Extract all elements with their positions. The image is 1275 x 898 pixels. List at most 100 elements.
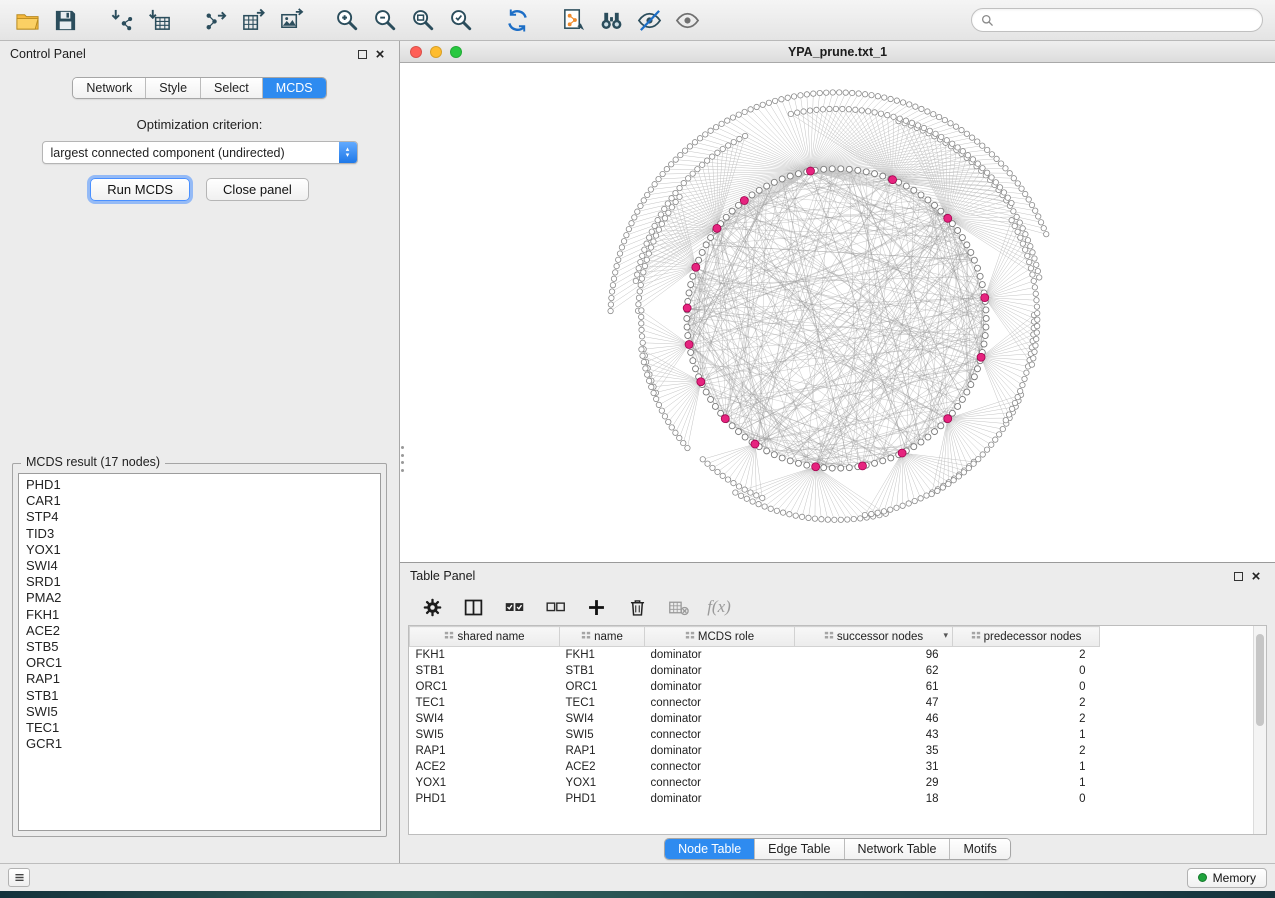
- folder-icon[interactable]: [12, 5, 42, 35]
- refresh-icon[interactable]: [502, 5, 532, 35]
- mcds-result-item[interactable]: ORC1: [19, 655, 380, 671]
- table-cell: ORC1: [560, 679, 645, 695]
- search-area: [971, 8, 1263, 32]
- search-input[interactable]: [1000, 13, 1253, 27]
- table-row[interactable]: STB1STB1dominator620: [410, 663, 1100, 679]
- table-cell: STB1: [410, 663, 560, 679]
- delete-row-icon[interactable]: [625, 595, 649, 619]
- column-header-predecessor-nodes[interactable]: predecessor nodes: [953, 627, 1100, 647]
- zoom-in-icon[interactable]: [332, 5, 362, 35]
- eye-icon[interactable]: [672, 5, 702, 35]
- dropdown-stepper-icon: ▴▾: [339, 142, 357, 163]
- table-tab-node-table[interactable]: Node Table: [665, 839, 754, 859]
- memory-button[interactable]: Memory: [1187, 868, 1267, 888]
- mcds-result-item[interactable]: SWI4: [19, 558, 380, 574]
- column-header-successor-nodes[interactable]: successor nodes▾: [795, 627, 953, 647]
- find-icon[interactable]: [596, 5, 626, 35]
- mcds-result-item[interactable]: PHD1: [19, 477, 380, 493]
- table-cell: ACE2: [410, 759, 560, 775]
- table-row[interactable]: FKH1FKH1dominator962: [410, 647, 1100, 663]
- export-image-icon[interactable]: [276, 5, 306, 35]
- mcds-result-item[interactable]: YOX1: [19, 542, 380, 558]
- log-console-button[interactable]: [8, 868, 30, 887]
- panel-splitter-handle[interactable]: [400, 446, 404, 472]
- mcds-result-item[interactable]: SRD1: [19, 574, 380, 590]
- toggle-details-icon[interactable]: [634, 5, 664, 35]
- import-network-icon[interactable]: [106, 5, 136, 35]
- optimization-criterion-select[interactable]: largest connected component (undirected)…: [42, 141, 358, 164]
- mcds-result-item[interactable]: STB5: [19, 639, 380, 655]
- float-table-panel-button[interactable]: [1229, 567, 1247, 585]
- tab-select[interactable]: Select: [200, 78, 262, 98]
- table-cell: PHD1: [560, 791, 645, 807]
- export-network-icon[interactable]: [200, 5, 230, 35]
- mcds-result-item[interactable]: ACE2: [19, 623, 380, 639]
- mcds-result-item[interactable]: TID3: [19, 526, 380, 542]
- mcds-result-item[interactable]: SWI5: [19, 704, 380, 720]
- function-builder-icon: f(x): [707, 595, 731, 619]
- deselect-all-icon[interactable]: [543, 595, 567, 619]
- mcds-result-item[interactable]: STP4: [19, 509, 380, 525]
- control-panel: Control Panel × NetworkStyleSelectMCDS O…: [0, 41, 400, 863]
- control-panel-header: Control Panel ×: [0, 41, 399, 67]
- network-canvas[interactable]: [400, 63, 1275, 562]
- add-row-icon[interactable]: [584, 595, 608, 619]
- tab-network[interactable]: Network: [73, 78, 145, 98]
- optimization-criterion-label: Optimization criterion:: [0, 117, 399, 132]
- table-cell: 61: [795, 679, 953, 695]
- table-tab-motifs[interactable]: Motifs: [949, 839, 1009, 859]
- table-body: FKH1FKH1dominator962STB1STB1dominator620…: [410, 647, 1100, 807]
- table-cell: SWI5: [560, 727, 645, 743]
- network-view[interactable]: [400, 63, 1275, 562]
- window-zoom-button[interactable]: [450, 46, 462, 58]
- scrollbar-thumb[interactable]: [1256, 634, 1264, 726]
- settings-icon[interactable]: [420, 595, 444, 619]
- mcds-result-item[interactable]: GCR1: [19, 736, 380, 752]
- table-tab-edge-table[interactable]: Edge Table: [754, 839, 843, 859]
- run-mcds-button[interactable]: Run MCDS: [90, 178, 190, 201]
- window-minimize-button[interactable]: [430, 46, 442, 58]
- table-row[interactable]: PHD1PHD1dominator180: [410, 791, 1100, 807]
- window-close-button[interactable]: [410, 46, 422, 58]
- control-panel-tabs-row: NetworkStyleSelectMCDS: [0, 77, 399, 99]
- column-header-shared-name[interactable]: shared name: [410, 627, 560, 647]
- mcds-result-item[interactable]: RAP1: [19, 671, 380, 687]
- column-header-mcds-role[interactable]: MCDS role: [645, 627, 795, 647]
- table-row[interactable]: ORC1ORC1dominator610: [410, 679, 1100, 695]
- tab-mcds[interactable]: MCDS: [262, 78, 326, 98]
- save-icon[interactable]: [50, 5, 80, 35]
- select-all-icon[interactable]: [502, 595, 526, 619]
- mcds-result-item[interactable]: TEC1: [19, 720, 380, 736]
- mcds-result-item[interactable]: CAR1: [19, 493, 380, 509]
- clone-network-icon[interactable]: [558, 5, 588, 35]
- tab-style[interactable]: Style: [145, 78, 200, 98]
- column-header-name[interactable]: name: [560, 627, 645, 647]
- float-panel-button[interactable]: [353, 45, 371, 63]
- table-tab-network-table[interactable]: Network Table: [844, 839, 950, 859]
- zoom-fit-icon[interactable]: [408, 5, 438, 35]
- zoom-selected-icon[interactable]: [446, 5, 476, 35]
- table-row[interactable]: SWI4SWI4dominator462: [410, 711, 1100, 727]
- close-table-panel-button[interactable]: ×: [1247, 567, 1265, 585]
- import-table-icon[interactable]: [144, 5, 174, 35]
- close-panel-action-button[interactable]: Close panel: [206, 178, 309, 201]
- search-field[interactable]: [971, 8, 1263, 32]
- mcds-result-item[interactable]: STB1: [19, 688, 380, 704]
- table-row[interactable]: SWI5SWI5connector431: [410, 727, 1100, 743]
- table-row[interactable]: RAP1RAP1dominator352: [410, 743, 1100, 759]
- mcds-result-item[interactable]: FKH1: [19, 607, 380, 623]
- toolbar-group: [558, 5, 702, 35]
- table-cell: SWI4: [560, 711, 645, 727]
- mcds-result-item[interactable]: PMA2: [19, 590, 380, 606]
- table-cell: RAP1: [410, 743, 560, 759]
- table-scrollbar[interactable]: [1253, 626, 1266, 834]
- table-row[interactable]: YOX1YOX1connector291: [410, 775, 1100, 791]
- table-row[interactable]: ACE2ACE2connector311: [410, 759, 1100, 775]
- table-cell: connector: [645, 727, 795, 743]
- column-chooser-icon[interactable]: [461, 595, 485, 619]
- export-table-icon[interactable]: [238, 5, 268, 35]
- table-cell: 2: [953, 647, 1100, 663]
- zoom-out-icon[interactable]: [370, 5, 400, 35]
- close-panel-button[interactable]: ×: [371, 45, 389, 63]
- table-row[interactable]: TEC1TEC1connector472: [410, 695, 1100, 711]
